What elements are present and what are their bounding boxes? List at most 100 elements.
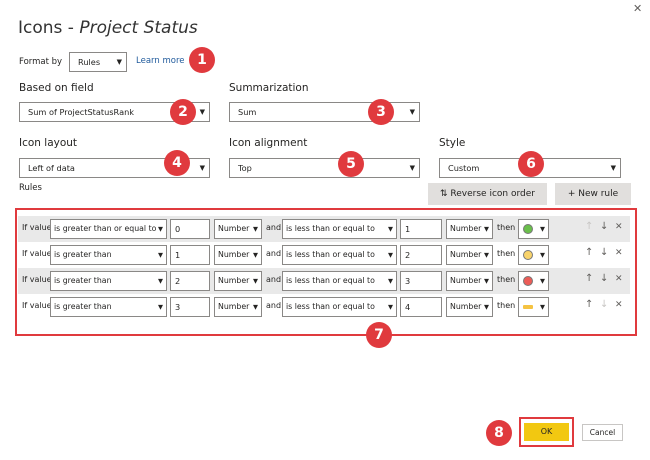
and-label: and <box>266 275 282 284</box>
callout-badge-8: 8 <box>486 420 512 446</box>
rule-operator-1-dropdown[interactable]: is greater than ▼ <box>50 297 167 317</box>
chevron-down-icon: ▼ <box>253 225 258 233</box>
chevron-down-icon: ▼ <box>610 164 616 172</box>
rule-value-2-input[interactable]: 2 <box>400 245 442 265</box>
if-value-label: If value <box>22 275 52 284</box>
rule-row: If value is greater than or equal to ▼ 0 Num… <box>18 216 630 242</box>
chevron-down-icon: ▼ <box>388 303 393 311</box>
rule-type-1-dropdown[interactable]: Number ▼ <box>214 245 262 265</box>
move-up-icon[interactable]: ↑ <box>585 221 593 232</box>
rule-operator-2-dropdown[interactable]: is less than or equal to ▼ <box>282 271 397 291</box>
format-by-dropdown[interactable]: Rules ▼ <box>69 52 127 72</box>
reverse-icon-order-button[interactable]: ⇅ Reverse icon order <box>428 183 547 205</box>
if-value-label: If value <box>22 301 52 310</box>
chevron-down-icon: ▼ <box>540 251 545 259</box>
delete-rule-icon[interactable]: ✕ <box>615 248 623 258</box>
rule-type-2-dropdown[interactable]: Number ▼ <box>446 219 493 239</box>
delete-rule-icon[interactable]: ✕ <box>615 222 623 232</box>
icon-alignment-label: Icon alignment <box>229 137 308 149</box>
rule-row: If value is greater than ▼ 1 Number ▼ and is le… <box>18 242 630 268</box>
icon-alignment-dropdown[interactable]: Top ▼ <box>229 158 420 178</box>
rule-operator-1-dropdown[interactable]: is greater than or equal to ▼ <box>50 219 167 239</box>
chevron-down-icon: ▼ <box>388 251 393 259</box>
delete-rule-icon[interactable]: ✕ <box>615 274 623 284</box>
move-down-icon[interactable]: ↓ <box>600 299 608 310</box>
reverse-icon: ⇅ <box>440 189 448 199</box>
rule-row: If value is greater than ▼ 3 Number ▼ and is le… <box>18 294 630 320</box>
rule-operator-2-dropdown[interactable]: is less than or equal to ▼ <box>282 219 397 239</box>
rule-value-1-input[interactable]: 0 <box>170 219 210 239</box>
rule-type-2-dropdown[interactable]: Number ▼ <box>446 297 493 317</box>
then-label: then <box>497 275 516 284</box>
based-on-field-label: Based on field <box>19 82 94 94</box>
rule-operator-1-dropdown[interactable]: is greater than ▼ <box>50 271 167 291</box>
chevron-down-icon: ▼ <box>388 277 393 285</box>
move-up-icon[interactable]: ↑ <box>585 247 593 258</box>
rule-type-2-dropdown[interactable]: Number ▼ <box>446 245 493 265</box>
rule-value-2-input[interactable]: 4 <box>400 297 442 317</box>
move-up-icon[interactable]: ↑ <box>585 273 593 284</box>
rule-operator-2-dropdown[interactable]: is less than or equal to ▼ <box>282 245 397 265</box>
move-up-icon[interactable]: ↑ <box>585 299 593 310</box>
callout-badge-7: 7 <box>366 322 392 348</box>
icon-layout-label: Icon layout <box>19 137 78 149</box>
red-circle-icon <box>523 276 533 286</box>
chevron-down-icon: ▼ <box>409 164 415 172</box>
chevron-down-icon: ▼ <box>199 108 205 116</box>
summarization-label: Summarization <box>229 82 309 94</box>
chevron-down-icon: ▼ <box>484 251 489 259</box>
rule-value-1-input[interactable]: 3 <box>170 297 210 317</box>
yellow-dash-icon <box>523 305 533 309</box>
if-value-label: If value <box>22 223 52 232</box>
cancel-button[interactable]: Cancel <box>582 424 623 441</box>
move-down-icon[interactable]: ↓ <box>600 247 608 258</box>
chevron-down-icon: ▼ <box>540 225 545 233</box>
chevron-down-icon: ▼ <box>158 225 163 233</box>
callout-badge-6: 6 <box>518 151 544 177</box>
rule-type-1-dropdown[interactable]: Number ▼ <box>214 271 262 291</box>
then-label: then <box>497 223 516 232</box>
chevron-down-icon: ▼ <box>484 277 489 285</box>
new-rule-button[interactable]: + New rule <box>555 183 631 205</box>
move-down-icon[interactable]: ↓ <box>600 273 608 284</box>
chevron-down-icon: ▼ <box>253 303 258 311</box>
chevron-down-icon: ▼ <box>158 277 163 285</box>
close-icon[interactable]: ✕ <box>633 2 642 15</box>
rule-value-1-input[interactable]: 1 <box>170 245 210 265</box>
chevron-down-icon: ▼ <box>540 303 545 311</box>
rule-operator-1-dropdown[interactable]: is greater than ▼ <box>50 245 167 265</box>
ok-button[interactable]: OK <box>524 423 569 441</box>
callout-badge-5: 5 <box>338 151 364 177</box>
rule-icon-dropdown[interactable]: ▼ <box>518 297 549 317</box>
delete-rule-icon[interactable]: ✕ <box>615 300 623 310</box>
chevron-down-icon: ▼ <box>388 225 393 233</box>
callout-badge-3: 3 <box>368 99 394 125</box>
chevron-down-icon: ▼ <box>158 303 163 311</box>
rule-type-1-dropdown[interactable]: Number ▼ <box>214 219 262 239</box>
rule-value-1-input[interactable]: 2 <box>170 271 210 291</box>
rule-type-2-dropdown[interactable]: Number ▼ <box>446 271 493 291</box>
yellow-circle-icon <box>523 250 533 260</box>
callout-badge-2: 2 <box>170 99 196 125</box>
learn-more-link[interactable]: Learn more <box>136 56 184 66</box>
dialog-title: Icons - Project Status <box>18 18 198 38</box>
rule-type-1-dropdown[interactable]: Number ▼ <box>214 297 262 317</box>
rule-value-2-input[interactable]: 1 <box>400 219 442 239</box>
green-circle-icon <box>523 224 533 234</box>
and-label: and <box>266 301 282 310</box>
chevron-down-icon: ▼ <box>158 251 163 259</box>
then-label: then <box>497 249 516 258</box>
callout-badge-4: 4 <box>164 150 190 176</box>
rule-icon-dropdown[interactable]: ▼ <box>518 271 549 291</box>
then-label: then <box>497 301 516 310</box>
rule-operator-2-dropdown[interactable]: is less than or equal to ▼ <box>282 297 397 317</box>
callout-badge-1: 1 <box>189 47 215 73</box>
move-down-icon[interactable]: ↓ <box>600 221 608 232</box>
and-label: and <box>266 223 282 232</box>
chevron-down-icon: ▼ <box>484 303 489 311</box>
chevron-down-icon: ▼ <box>409 108 415 116</box>
style-label: Style <box>439 137 466 149</box>
rule-icon-dropdown[interactable]: ▼ <box>518 245 549 265</box>
rule-value-2-input[interactable]: 3 <box>400 271 442 291</box>
rule-icon-dropdown[interactable]: ▼ <box>518 219 549 239</box>
